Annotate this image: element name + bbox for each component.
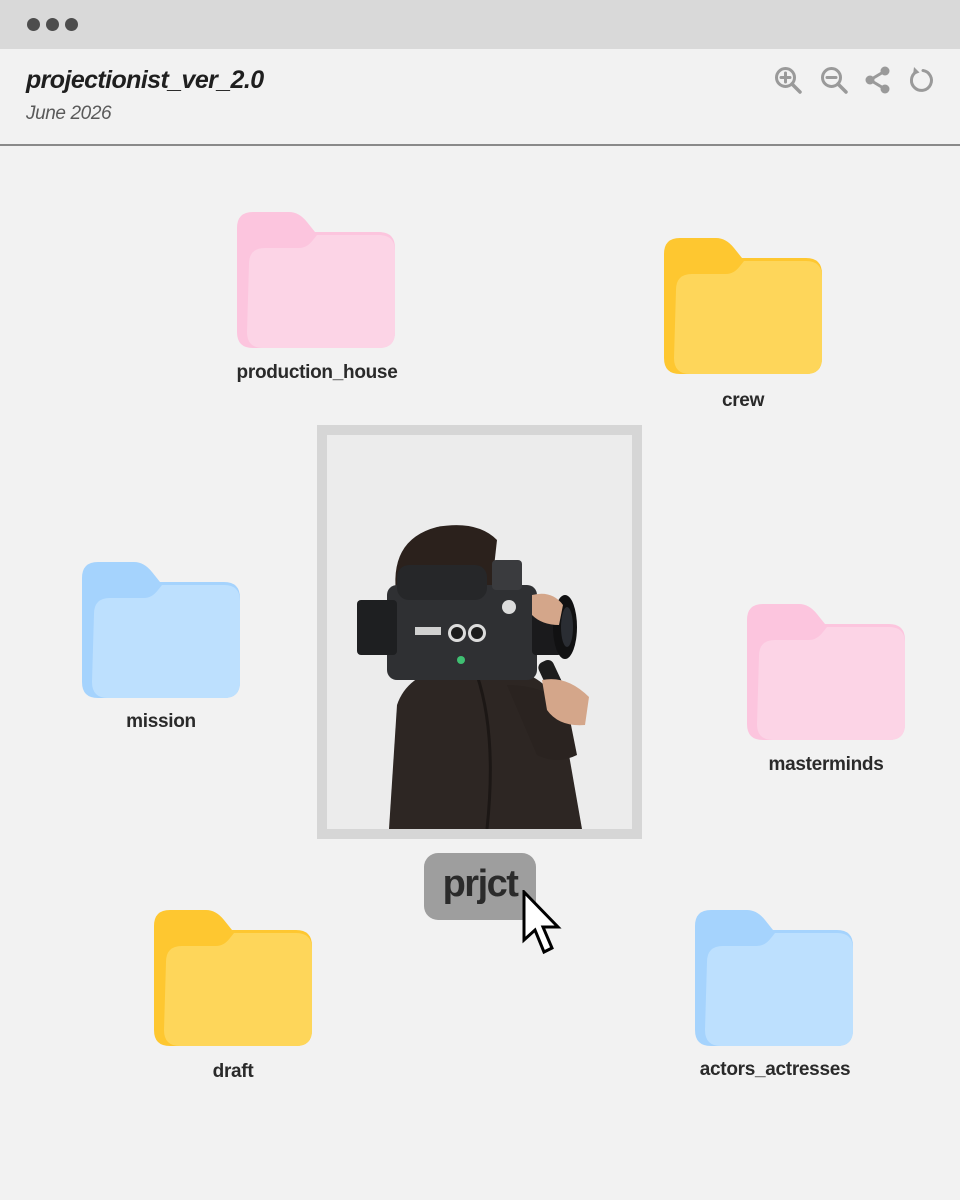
refresh-button[interactable] (906, 65, 936, 95)
folder-label-mission: mission (126, 711, 196, 732)
folder-masterminds[interactable] (747, 602, 907, 742)
folder-icon (664, 238, 822, 374)
folder-label-masterminds: masterminds (768, 754, 884, 775)
folder-icon (695, 910, 853, 1046)
folder-crew[interactable] (664, 236, 824, 376)
window-dot-3[interactable] (65, 18, 78, 31)
window-titlebar (0, 0, 960, 49)
folder-icon (154, 910, 312, 1046)
zoom-out-icon (821, 67, 848, 94)
zoom-in-icon (775, 67, 802, 94)
folder-label-crew: crew (721, 390, 765, 411)
window-dot-1[interactable] (27, 18, 40, 31)
photo-frame[interactable] (317, 425, 642, 839)
folder-actors-actresses[interactable] (695, 908, 855, 1048)
prjct-label-button[interactable]: prjct (424, 853, 536, 920)
share-icon (865, 66, 890, 94)
folder-icon (82, 562, 240, 698)
window-header: projectionist_ver_2.0 June 2026 (0, 49, 960, 146)
camera-operator-photo (327, 435, 632, 829)
folder-label-production-house: production_house (236, 362, 398, 383)
folder-production-house[interactable] (237, 210, 397, 350)
window-dot-2[interactable] (46, 18, 59, 31)
folder-draft[interactable] (154, 908, 314, 1048)
folder-label-actors-actresses: actors_actresses (699, 1059, 851, 1080)
folder-label-draft: draft (212, 1061, 254, 1082)
mouse-pointer-icon (522, 890, 566, 964)
prjct-label-text: prjct (442, 863, 519, 905)
folder-icon (237, 212, 395, 348)
window-date: June 2026 (26, 103, 112, 124)
folder-mission[interactable] (82, 560, 242, 700)
window-title: projectionist_ver_2.0 (26, 66, 264, 94)
zoom-out-button[interactable] (819, 65, 849, 95)
folder-icon (747, 604, 905, 740)
share-button[interactable] (863, 65, 893, 95)
refresh-icon (909, 67, 933, 92)
zoom-in-button[interactable] (773, 65, 803, 95)
